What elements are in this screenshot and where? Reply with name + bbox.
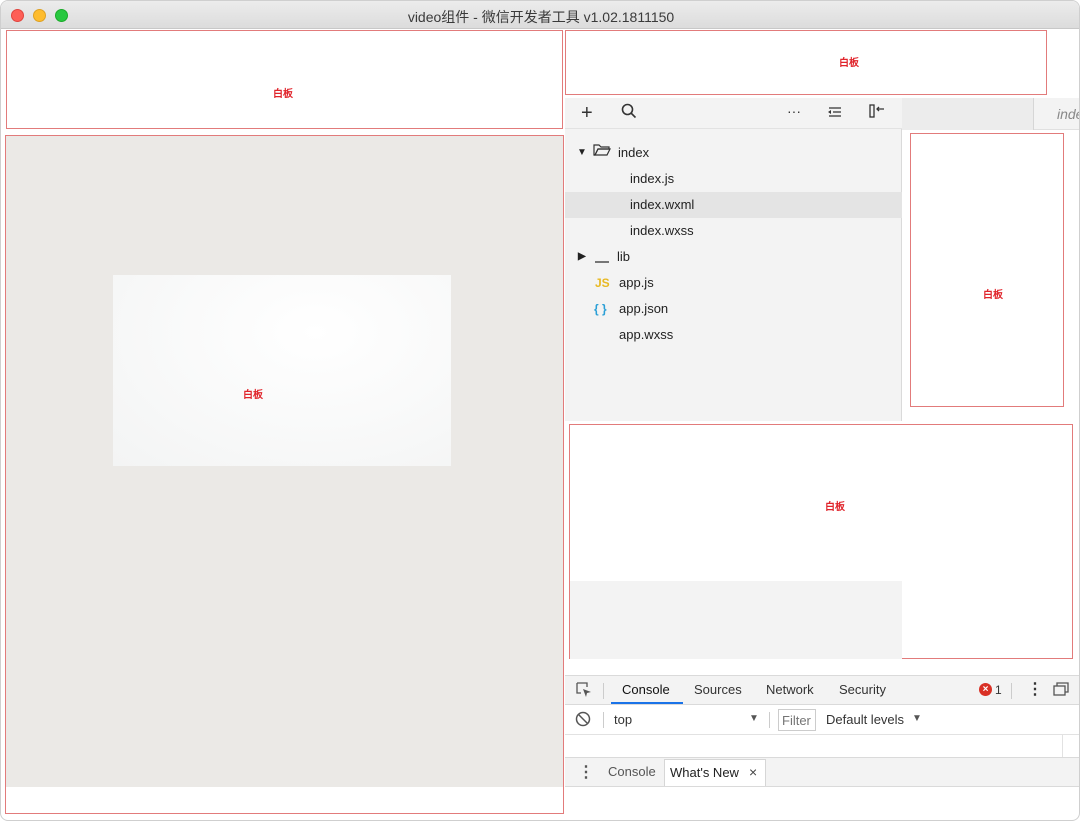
console-filter-input[interactable]	[778, 709, 816, 731]
tree-item-index-folder[interactable]: ▼ index	[565, 140, 902, 166]
error-count[interactable]: 1	[995, 683, 1002, 697]
top-right-whiteboard: 白板	[565, 30, 1047, 95]
tree-item-lib-folder[interactable]: ▶ lib	[565, 244, 902, 270]
dropdown-arrow-icon: ▼	[912, 713, 922, 724]
divider	[769, 712, 770, 728]
search-icon[interactable]	[621, 103, 637, 124]
tree-item-index-wxss[interactable]: index.wxss	[565, 218, 902, 244]
console-output[interactable]	[565, 735, 1079, 757]
add-file-icon[interactable]: +	[581, 103, 593, 123]
context-select-value: top	[614, 712, 633, 727]
context-select[interactable]: top ▼	[611, 709, 761, 731]
window-title: video组件 - 微信开发者工具 v1.02.1811150	[407, 9, 675, 25]
title-bar: video组件 - 微信开发者工具 v1.02.1811150	[1, 1, 1079, 29]
editor-tab-index[interactable]: index	[1057, 106, 1079, 122]
whiteboard-label: 白板	[243, 390, 263, 401]
clear-console-icon[interactable]	[575, 711, 591, 732]
tree-item-index-js[interactable]: index.js	[565, 166, 902, 192]
video-whiteboard[interactable]: 白板	[113, 275, 451, 466]
preview-gray-area	[570, 581, 902, 659]
tab-console[interactable]: Console	[622, 682, 670, 697]
whiteboard-label: 白板	[273, 89, 293, 100]
tree-item-label: index.js	[630, 171, 675, 186]
drawer-tab-whats-new[interactable]: What's New ×	[664, 759, 766, 786]
tab-sources[interactable]: Sources	[694, 682, 742, 697]
divider	[603, 712, 604, 728]
more-icon[interactable]: ···	[787, 101, 801, 121]
whiteboard-label: 白板	[825, 502, 845, 513]
divider	[603, 683, 604, 699]
close-tab-icon[interactable]: ×	[749, 764, 757, 780]
tree-item-label: lib	[617, 249, 631, 264]
tree-item-label: app.wxss	[619, 327, 674, 342]
editor-tab-bar: index	[902, 98, 1079, 130]
tree-item-label: index.wxss	[630, 223, 694, 238]
file-tree: ▼ index index.js index.wxml index.wxss ▶…	[565, 129, 902, 421]
error-icon[interactable]: ×	[979, 683, 992, 696]
collapsed-arrow-icon: ▶	[578, 251, 586, 262]
tree-item-label: index	[618, 145, 650, 160]
editor-tab-blank[interactable]	[902, 98, 1034, 130]
log-levels-select[interactable]: Default levels ▼	[823, 709, 928, 731]
devtools-window: video组件 - 微信开发者工具 v1.02.1811150 白板 白板 白板…	[0, 0, 1080, 821]
whiteboard-label: 白板	[983, 290, 1003, 301]
file-tree-toolbar: + ···	[565, 98, 902, 129]
editor-whiteboard: 白板	[910, 133, 1064, 407]
console-scrollbar[interactable]	[1062, 735, 1063, 757]
tree-item-label: app.json	[619, 301, 669, 316]
devtools-menu-icon[interactable]: ⋮	[1027, 679, 1043, 699]
undock-icon[interactable]	[1053, 682, 1069, 699]
log-levels-value: Default levels	[826, 712, 905, 727]
tab-network[interactable]: Network	[766, 682, 814, 697]
devtools-tab-bar: Console Sources Network Security × 1 ⋮	[565, 675, 1079, 705]
folder-open-icon	[593, 141, 611, 167]
whiteboard-label: 白板	[839, 58, 859, 69]
tree-item-label: index.wxml	[630, 197, 695, 212]
tab-security[interactable]: Security	[839, 682, 886, 697]
sort-icon[interactable]	[827, 103, 843, 123]
expanded-arrow-icon: ▼	[577, 147, 587, 158]
drawer-tab-label: What's New	[670, 765, 739, 780]
tree-item-app-wxss[interactable]: app.wxss	[565, 322, 902, 348]
json-file-icon: { }	[594, 302, 607, 316]
toolbar-whiteboard: 白板	[6, 30, 563, 129]
tree-item-index-wxml[interactable]: index.wxml	[565, 192, 902, 218]
tree-item-app-json[interactable]: { } app.json	[565, 296, 902, 322]
inspect-element-icon[interactable]	[575, 681, 593, 702]
divider	[1011, 683, 1012, 699]
drawer-tab-console[interactable]: Console	[608, 764, 656, 779]
tree-item-label: app.js	[619, 275, 654, 290]
active-tab-underline	[611, 702, 683, 704]
js-file-icon: JS	[595, 276, 610, 290]
devtools-drawer-bar: ⋮ Console	[565, 757, 1079, 787]
tree-item-app-js[interactable]: JS app.js	[565, 270, 902, 296]
collapse-panel-icon[interactable]	[869, 103, 885, 124]
console-filter-bar: top ▼ Default levels ▼	[565, 705, 1079, 735]
dropdown-arrow-icon: ▼	[749, 713, 759, 724]
drawer-menu-icon[interactable]: ⋮	[578, 762, 594, 782]
